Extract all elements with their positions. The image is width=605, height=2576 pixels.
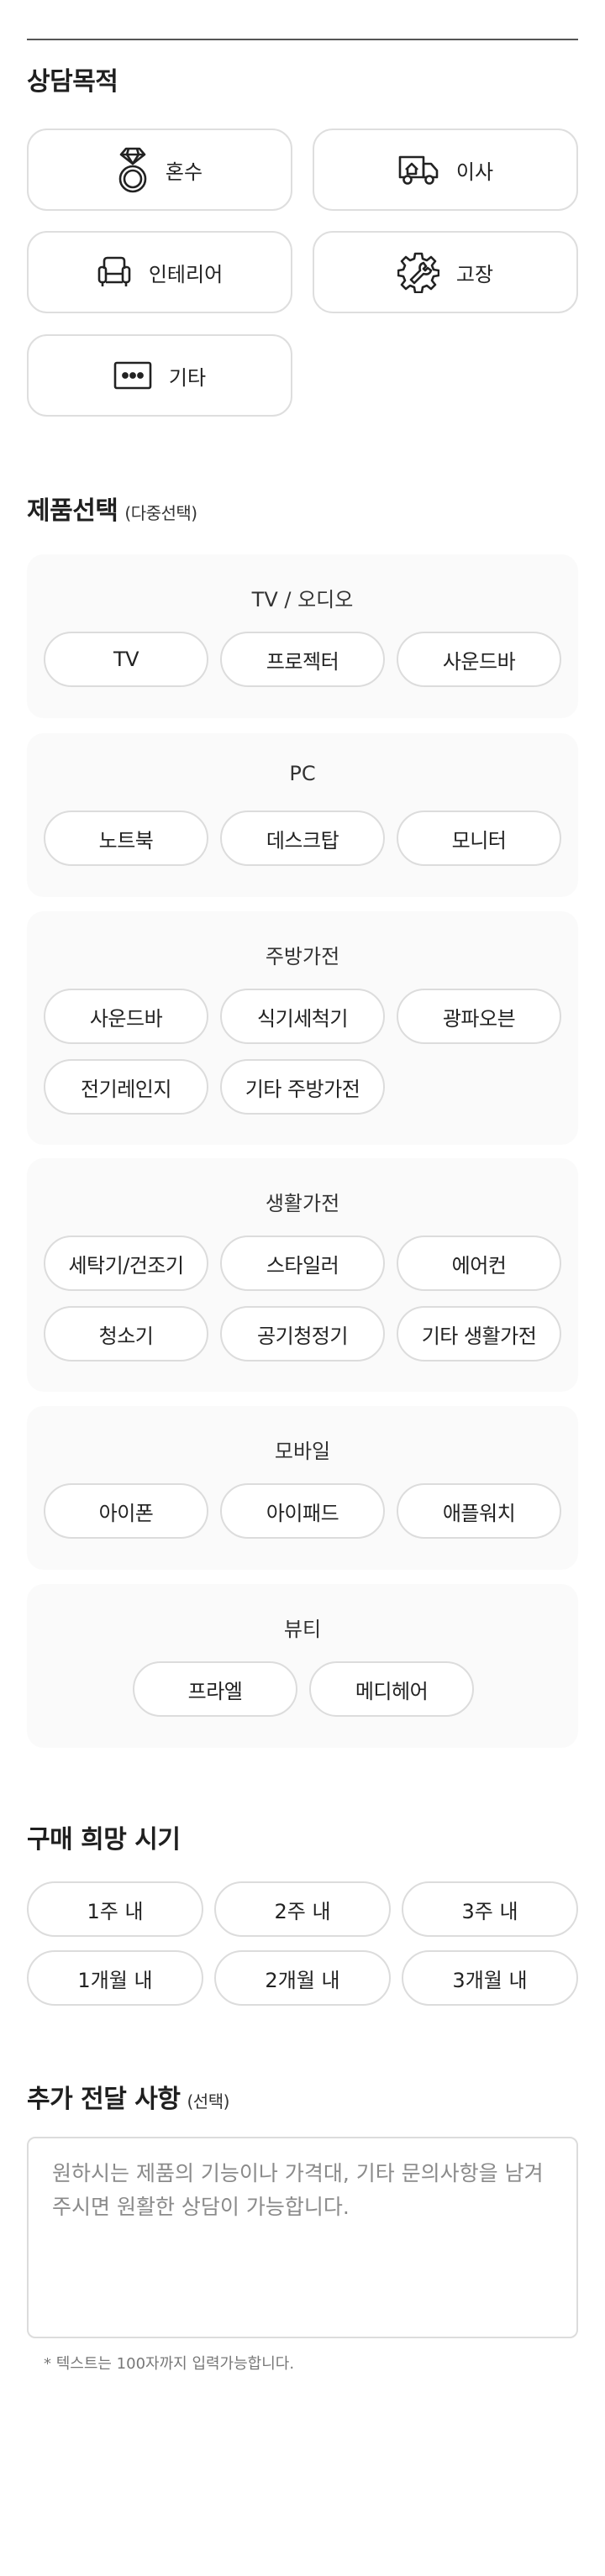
memo-section-title: 추가 전달 사항 (선택) (27, 2078, 229, 2115)
purpose-button-etc[interactable]: 기타 (27, 334, 292, 417)
purpose-button-moving[interactable]: 이사 (313, 129, 578, 211)
timing-title: 구매 희망 시기 (27, 1825, 181, 1855)
memo-textarea[interactable] (27, 2137, 578, 2338)
timing-chip[interactable]: 1주 내 (27, 1881, 203, 1937)
purpose-label: 혼수 (165, 160, 203, 184)
product-chip[interactable]: 기타 주방가전 (220, 1059, 385, 1115)
product-chip[interactable]: 모니터 (397, 811, 561, 866)
moving-truck-icon (397, 153, 439, 186)
purpose-label: 기타 (168, 365, 207, 390)
product-chip[interactable]: 사운드바 (44, 989, 208, 1044)
product-chip[interactable]: 메디헤어 (309, 1661, 474, 1717)
group-title: 뷰티 (283, 1618, 322, 1641)
product-chip[interactable]: 공기청정기 (220, 1306, 385, 1361)
more-dots-icon (113, 361, 152, 390)
purpose-label: 인테리어 (148, 262, 224, 286)
timing-chip[interactable]: 2주 내 (214, 1881, 391, 1937)
products-section-title: 제품선택 (다중선택) (27, 490, 197, 527)
purpose-label: 고장 (455, 262, 494, 286)
purpose-button-interior[interactable]: 인테리어 (27, 231, 292, 313)
product-chip[interactable]: 스타일러 (220, 1236, 385, 1291)
product-chip[interactable]: 프로젝터 (220, 632, 385, 687)
product-chip[interactable]: 광파오븐 (397, 989, 561, 1044)
product-chip[interactable]: 식기세척기 (220, 989, 385, 1044)
memo-title: 추가 전달 사항 (27, 2085, 181, 2114)
purpose-button-repair[interactable]: 고장 (313, 231, 578, 313)
group-title: 생활가전 (265, 1192, 340, 1215)
product-chip[interactable]: 청소기 (44, 1306, 208, 1361)
timing-chip[interactable]: 1개월 내 (27, 1950, 203, 2006)
products-title: 제품선택 (27, 496, 118, 526)
group-title: PC (289, 762, 316, 785)
product-chip[interactable]: 노트북 (44, 811, 208, 866)
timing-chip[interactable]: 3개월 내 (402, 1950, 578, 2006)
product-chip[interactable]: 세탁기/건조기 (44, 1236, 208, 1291)
product-group-pc: PC 노트북 데스크탑 모니터 (27, 733, 578, 897)
product-chip[interactable]: 에어컨 (397, 1236, 561, 1291)
purpose-section-title: 상담목적 (27, 60, 118, 97)
product-group-mobile: 모바일 아이폰 아이패드 애플워치 (27, 1406, 578, 1570)
product-chip[interactable]: TV (44, 632, 208, 687)
product-group-living: 생활가전 세탁기/건조기 스타일러 에어컨 청소기 공기청정기 기타 생활가전 (27, 1158, 578, 1392)
armchair-icon (97, 255, 132, 289)
product-group-beauty: 뷰티 프라엘 메디헤어 (27, 1584, 578, 1748)
timing-section-title: 구매 희망 시기 (27, 1818, 181, 1855)
purpose-title: 상담목적 (27, 67, 118, 97)
top-divider (27, 39, 578, 40)
product-group-tv-audio: TV / 오디오 TV 프로젝터 사운드바 (27, 554, 578, 718)
group-title: 모바일 (274, 1440, 331, 1463)
purpose-label: 이사 (455, 160, 494, 184)
purpose-button-wedding[interactable]: 혼수 (27, 129, 292, 211)
products-subtitle: (다중선택) (124, 503, 197, 523)
product-chip[interactable]: 기타 생활가전 (397, 1306, 561, 1361)
group-title: TV / 오디오 (251, 588, 354, 611)
timing-chip[interactable]: 3주 내 (402, 1881, 578, 1937)
product-chip[interactable]: 사운드바 (397, 632, 561, 687)
product-chip[interactable]: 아이패드 (220, 1483, 385, 1539)
ring-icon (117, 145, 149, 194)
memo-length-note: * 텍스트는 100자까지 입력가능합니다. (44, 2355, 295, 2373)
memo-subtitle: (선택) (187, 2091, 230, 2112)
timing-chip[interactable]: 2개월 내 (214, 1950, 391, 2006)
product-chip[interactable]: 애플워치 (397, 1483, 561, 1539)
product-chip[interactable]: 프라엘 (133, 1661, 297, 1717)
gear-wrench-icon (397, 251, 439, 293)
product-chip[interactable]: 전기레인지 (44, 1059, 208, 1115)
product-chip[interactable]: 아이폰 (44, 1483, 208, 1539)
group-title: 주방가전 (265, 945, 340, 968)
product-group-kitchen: 주방가전 사운드바 식기세척기 광파오븐 전기레인지 기타 주방가전 (27, 911, 578, 1145)
product-chip[interactable]: 데스크탑 (220, 811, 385, 866)
